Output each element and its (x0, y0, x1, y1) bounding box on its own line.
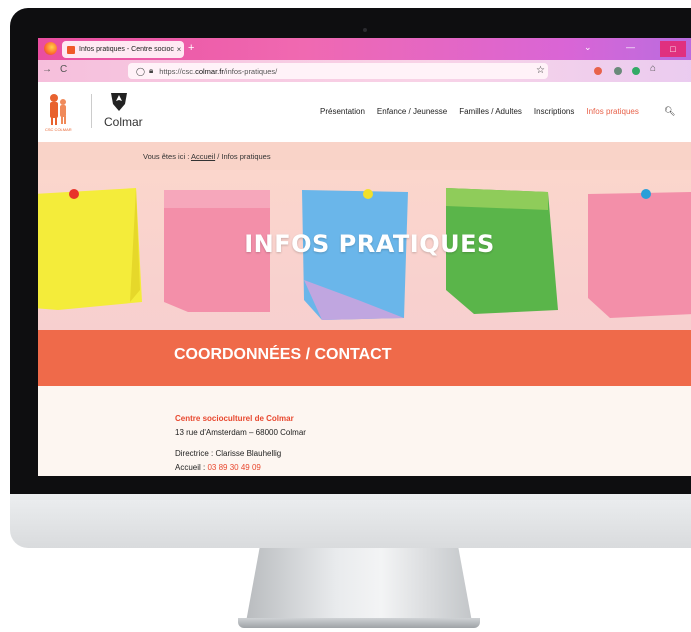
reception-label: Accueil : (175, 463, 206, 472)
list-tabs-icon[interactable]: ⌄ (584, 42, 592, 53)
director-line: Directrice : Clarisse Blauhellig (175, 449, 282, 458)
tab-title: Infos pratiques - Centre sociocu (79, 46, 174, 53)
menu-item-enfance[interactable]: Enfance / Jeunesse (377, 107, 447, 116)
window-close-button[interactable]: □ (660, 41, 686, 57)
hero-banner: INFOS PRATIQUES (38, 170, 691, 330)
hero-title: INFOS PRATIQUES (244, 230, 495, 258)
breadcrumb: Vous êtes ici : Accueil / Infos pratique… (143, 152, 271, 161)
new-tab-button[interactable]: + (188, 42, 194, 54)
org-name: Centre socioculturel de Colmar (175, 414, 294, 423)
logo-subtext: CSC COLMAR (45, 127, 72, 132)
close-tab-button[interactable]: × (174, 45, 184, 54)
extension-icon[interactable] (614, 67, 622, 75)
csc-logo-icon[interactable] (48, 92, 70, 126)
org-address: 13 rue d'Amsterdam – 68000 Colmar (175, 428, 306, 437)
lock-icon: 🔒︎ (148, 66, 154, 75)
menu-item-infos-pratiques[interactable]: Infos pratiques (586, 107, 638, 116)
reception-line: Accueil : 03 89 30 49 09 (175, 463, 261, 472)
monitor-stand (246, 548, 472, 622)
site-header: CSC COLMAR Colmar Présentation Enfance /… (38, 82, 691, 142)
monitor-foot (238, 618, 480, 628)
tab-bar: Infos pratiques - Centre sociocu × + ⌄ —… (38, 38, 691, 60)
contact-title: COORDONNÉES / CONTACT (174, 346, 392, 363)
nav-bar: → C ◯ 🔒︎ https://csc.colmar.fr/infos-pra… (38, 60, 691, 82)
pocket-icon[interactable] (594, 67, 602, 75)
back-icon[interactable]: → (42, 64, 52, 75)
account-icon[interactable]: ⌂ (650, 63, 656, 74)
minimize-button[interactable]: — (626, 42, 635, 52)
menu-item-inscriptions[interactable]: Inscriptions (534, 107, 574, 116)
url-text: https://csc.colmar.fr/infos-pratiques/ (159, 66, 278, 76)
contact-content: Centre socioculturel de Colmar 13 rue d'… (38, 386, 691, 476)
camera-dot (363, 28, 367, 32)
monitor-chin (10, 494, 691, 548)
browser-tab[interactable]: Infos pratiques - Centre sociocu × (62, 41, 184, 58)
reload-icon[interactable]: C (60, 64, 67, 75)
favicon-icon (67, 45, 75, 54)
colmar-crest-icon (111, 93, 127, 111)
breadcrumb-current: / Infos pratiques (217, 152, 271, 161)
search-icon[interactable]: 🔍︎ (664, 106, 675, 117)
main-menu: Présentation Enfance / Jeunesse Familles… (320, 107, 639, 116)
logo-colmar[interactable]: Colmar (104, 115, 143, 129)
breadcrumb-prefix: Vous êtes ici : (143, 152, 190, 161)
extension-icon[interactable] (632, 67, 640, 75)
browser-screen: Infos pratiques - Centre sociocu × + ⌄ —… (38, 38, 691, 476)
contact-band: COORDONNÉES / CONTACT (38, 330, 691, 386)
menu-item-presentation[interactable]: Présentation (320, 107, 365, 116)
url-bar[interactable]: ◯ 🔒︎ https://csc.colmar.fr/infos-pratiqu… (128, 63, 548, 79)
shield-icon: ◯ (136, 66, 145, 76)
breadcrumb-bar: Vous êtes ici : Accueil / Infos pratique… (38, 142, 691, 170)
menu-item-familles[interactable]: Familles / Adultes (459, 107, 522, 116)
reception-phone-link[interactable]: 03 89 30 49 09 (207, 463, 260, 472)
star-icon[interactable]: ☆ (536, 65, 545, 76)
logo-divider (91, 94, 92, 128)
firefox-icon (44, 42, 57, 55)
breadcrumb-home-link[interactable]: Accueil (191, 152, 215, 161)
